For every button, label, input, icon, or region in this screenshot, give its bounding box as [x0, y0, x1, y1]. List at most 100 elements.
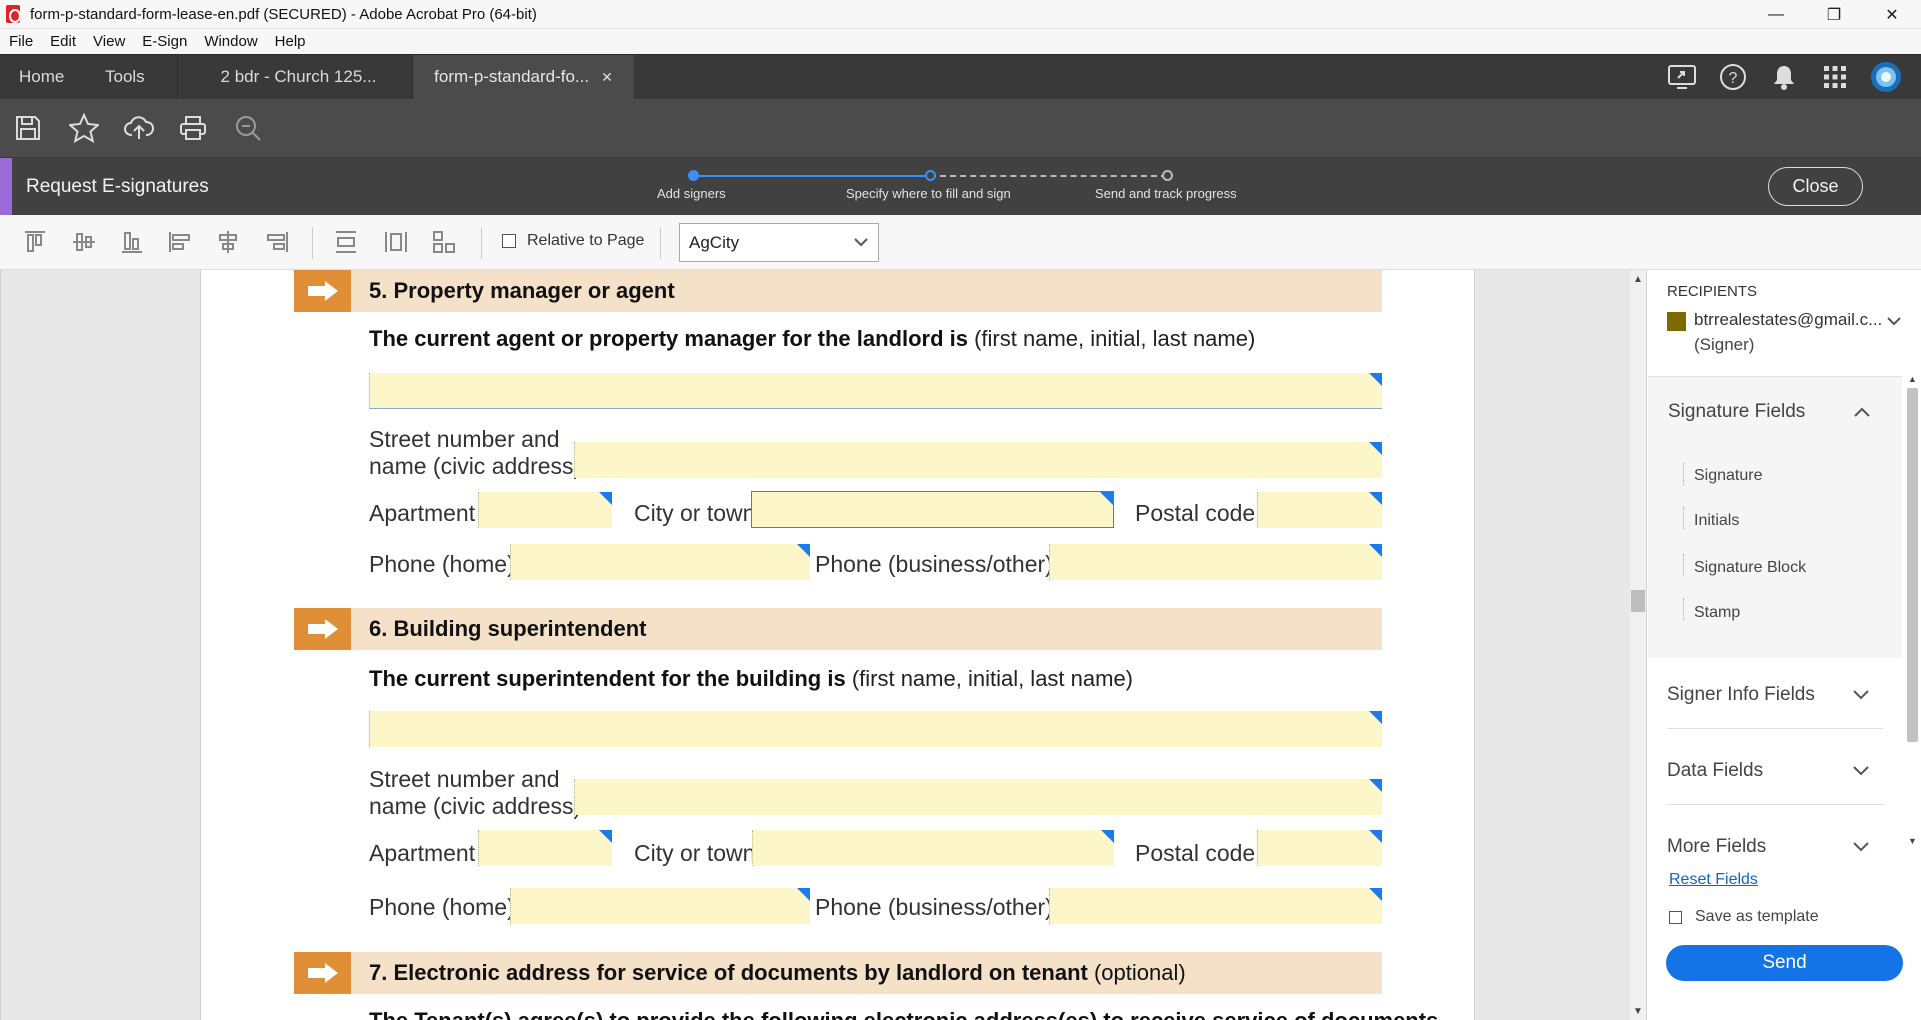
- esign-fields-panel: RECIPIENTS btrrealestates@gmail.c... (Si…: [1646, 270, 1921, 1020]
- zoom-search-icon[interactable]: [234, 114, 289, 142]
- menu-help[interactable]: Help: [266, 33, 314, 50]
- distribute-horizontal-icon[interactable]: [384, 230, 408, 254]
- scroll-down-icon[interactable]: ▼: [1908, 836, 1917, 846]
- recipient-email[interactable]: btrrealestates@gmail.c...: [1694, 310, 1882, 330]
- super-apartment-field[interactable]: [478, 830, 612, 866]
- section-6-intro: The current superintendent for the build…: [369, 666, 1133, 692]
- city-label: City or town: [634, 500, 756, 526]
- tab-document-1[interactable]: 2 bdr - Church 125...: [185, 55, 413, 99]
- divider: [1667, 804, 1883, 805]
- svg-text:?: ?: [1728, 70, 1737, 87]
- super-name-field[interactable]: [369, 711, 1382, 747]
- upload-cloud-icon[interactable]: [124, 115, 179, 141]
- align-bottom-icon[interactable]: [120, 230, 144, 254]
- align-top-icon[interactable]: [23, 230, 47, 254]
- street-label-line1: Street number and: [369, 766, 560, 792]
- chevron-down-icon[interactable]: [1853, 690, 1869, 700]
- super-city-field[interactable]: [752, 830, 1114, 866]
- recipient-role: (Signer): [1694, 335, 1755, 354]
- chevron-up-icon[interactable]: [1854, 407, 1870, 417]
- super-postal-field[interactable]: [1257, 830, 1382, 866]
- menu-file[interactable]: File: [0, 33, 41, 50]
- align-right-icon[interactable]: [265, 230, 289, 254]
- section-5-intro: The current agent or property manager fo…: [369, 326, 1255, 352]
- agent-phone-home-field[interactable]: [510, 544, 810, 580]
- scroll-up-icon[interactable]: ▲: [1908, 374, 1917, 384]
- save-as-template-toggle[interactable]: Save as template: [1669, 908, 1819, 926]
- help-icon[interactable]: ?: [1707, 63, 1758, 91]
- agent-name-field[interactable]: [369, 373, 1382, 409]
- super-phone-business-field[interactable]: [1049, 888, 1382, 924]
- step-label-specify[interactable]: Specify where to fill and sign: [846, 186, 1011, 201]
- step-label-send-track[interactable]: Send and track progress: [1095, 186, 1237, 201]
- agent-apartment-field[interactable]: [478, 492, 612, 528]
- tab-document-2-label: form-p-standard-fo...: [434, 67, 590, 86]
- menu-esign[interactable]: E-Sign: [133, 33, 195, 50]
- chevron-down-icon[interactable]: [1853, 842, 1869, 852]
- minimize-button[interactable]: —: [1747, 0, 1805, 29]
- signer-info-fields-header[interactable]: Signer Info Fields: [1667, 684, 1815, 706]
- step-label-add-signers[interactable]: Add signers: [657, 186, 726, 201]
- print-icon[interactable]: [179, 115, 234, 141]
- field-name-select[interactable]: AgCity: [679, 223, 879, 262]
- scroll-up-icon[interactable]: ▲: [1633, 274, 1643, 285]
- agent-street-field[interactable]: [574, 442, 1382, 478]
- close-tab-icon[interactable]: ✕: [601, 69, 613, 86]
- initials-item[interactable]: Initials: [1694, 512, 1739, 530]
- close-window-button[interactable]: ✕: [1863, 0, 1921, 29]
- super-phone-home-field[interactable]: [510, 888, 810, 924]
- agent-postal-field[interactable]: [1257, 492, 1382, 528]
- chevron-down-icon[interactable]: [1853, 766, 1869, 776]
- menu-view[interactable]: View: [84, 33, 133, 50]
- avatar[interactable]: [1860, 61, 1911, 93]
- document-scrollbar[interactable]: ▲ ▼: [1630, 270, 1646, 1020]
- menu-edit[interactable]: Edit: [41, 33, 84, 50]
- align-left-icon[interactable]: [168, 230, 192, 254]
- street-label: Street number and name (civic address): [369, 766, 581, 820]
- restore-button[interactable]: ❐: [1805, 0, 1863, 29]
- apps-grid-icon[interactable]: [1809, 65, 1860, 89]
- save-icon[interactable]: [14, 114, 69, 142]
- save-as-template-checkbox[interactable]: [1669, 910, 1682, 924]
- tab-tools[interactable]: Tools: [105, 55, 178, 99]
- street-label: Street number and name (civic address): [369, 426, 581, 480]
- signature-block-item[interactable]: Signature Block: [1694, 559, 1806, 577]
- section-6-header: 6. Building superintendent: [294, 608, 1382, 650]
- send-button[interactable]: Send: [1666, 945, 1903, 981]
- step-dot-2: [925, 170, 936, 181]
- scroll-thumb[interactable]: [1631, 590, 1645, 612]
- align-middle-icon[interactable]: [72, 230, 96, 254]
- panel-scrollbar[interactable]: ▲ ▼: [1905, 374, 1919, 848]
- panel-scroll-thumb[interactable]: [1907, 388, 1918, 742]
- close-esign-button[interactable]: Close: [1768, 167, 1863, 206]
- bell-icon[interactable]: [1758, 64, 1809, 90]
- reset-fields-link[interactable]: Reset Fields: [1669, 871, 1758, 889]
- relative-to-page-toggle[interactable]: Relative to Page: [502, 232, 644, 250]
- match-size-icon[interactable]: [432, 230, 458, 254]
- scroll-down-icon[interactable]: ▼: [1633, 1006, 1643, 1017]
- super-street-field[interactable]: [574, 779, 1382, 815]
- drag-handle: [1683, 598, 1684, 620]
- stamp-item[interactable]: Stamp: [1694, 604, 1740, 622]
- distribute-vertical-icon[interactable]: [334, 230, 358, 254]
- signature-item[interactable]: Signature: [1694, 467, 1763, 485]
- agent-city-field[interactable]: [751, 491, 1114, 528]
- data-fields-header[interactable]: Data Fields: [1667, 760, 1763, 782]
- signature-fields-header[interactable]: Signature Fields: [1668, 401, 1805, 423]
- relative-to-page-label: Relative to Page: [527, 232, 645, 249]
- star-icon[interactable]: [69, 113, 124, 143]
- tab-home[interactable]: Home: [19, 55, 64, 99]
- tab-document-2[interactable]: form-p-standard-fo... ✕: [413, 55, 634, 99]
- relative-to-page-checkbox[interactable]: [502, 234, 516, 248]
- section-5-title: 5. Property manager or agent: [369, 278, 675, 304]
- tab-bar: Home Tools 2 bdr - Church 125... form-p-…: [0, 54, 1921, 99]
- agent-phone-business-field[interactable]: [1049, 544, 1382, 580]
- section-7-optional: (optional): [1093, 960, 1186, 985]
- step-line-pending: [930, 175, 1167, 177]
- menu-window[interactable]: Window: [195, 33, 265, 50]
- more-fields-header[interactable]: More Fields: [1667, 836, 1766, 858]
- chevron-down-icon[interactable]: [1887, 316, 1901, 326]
- align-center-icon[interactable]: [216, 230, 240, 254]
- section-7-intro: The Tenant(s) agree(s) to provide the fo…: [369, 1008, 1438, 1020]
- share-screen-icon[interactable]: [1656, 64, 1707, 90]
